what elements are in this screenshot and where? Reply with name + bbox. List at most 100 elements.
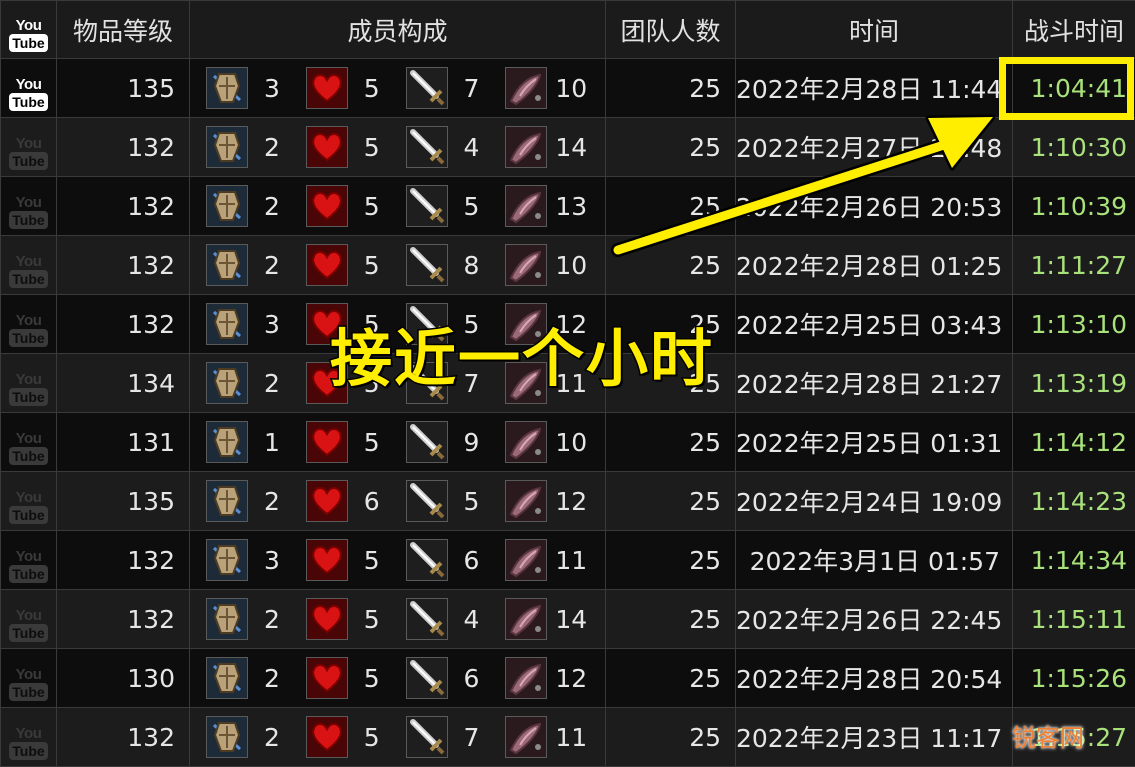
composition-cell: 25612 bbox=[190, 649, 606, 708]
fight-duration-cell[interactable]: 1:13:10 bbox=[1013, 295, 1135, 354]
youtube-icon[interactable]: YouTube bbox=[9, 136, 47, 170]
melee-sword-icon bbox=[406, 185, 448, 227]
tank-shield-icon bbox=[206, 67, 248, 109]
melee-sword-icon bbox=[406, 598, 448, 640]
date-time-header[interactable]: 时间 bbox=[736, 1, 1013, 59]
melee-sword-icon bbox=[406, 480, 448, 522]
table-row[interactable]: YouTube13225711252022年2月23日 11:171:15:27 bbox=[1, 708, 1135, 767]
composition-cell: 25414 bbox=[190, 118, 606, 177]
item-level-header[interactable]: 物品等级 bbox=[57, 1, 190, 59]
item-level-cell: 132 bbox=[57, 295, 190, 354]
table-row[interactable]: YouTube13225414252022年2月26日 22:451:15:11 bbox=[1, 590, 1135, 649]
healer-count: 5 bbox=[348, 723, 396, 752]
role-tank: 2 bbox=[206, 126, 306, 168]
fight-duration-cell[interactable]: 1:11:27 bbox=[1013, 236, 1135, 295]
role-tank: 2 bbox=[206, 657, 306, 699]
ranged-count: 10 bbox=[547, 74, 595, 103]
ranged-count: 14 bbox=[547, 605, 595, 634]
healer-count: 5 bbox=[348, 428, 396, 457]
fight-duration-cell[interactable]: 1:10:39 bbox=[1013, 177, 1135, 236]
composition-cell: 35710 bbox=[190, 59, 606, 118]
youtube-icon[interactable]: YouTube bbox=[9, 254, 47, 288]
raid-size-header[interactable]: 团队人数 bbox=[606, 1, 736, 59]
melee-sword-icon bbox=[406, 67, 448, 109]
role-tank: 2 bbox=[206, 185, 306, 227]
tank-count: 2 bbox=[248, 487, 296, 516]
tank-shield-icon bbox=[206, 421, 248, 463]
tank-shield-icon bbox=[206, 480, 248, 522]
role-melee: 5 bbox=[406, 185, 506, 227]
fight-duration-cell[interactable]: 1:10:30 bbox=[1013, 118, 1135, 177]
youtube-icon[interactable]: YouTube bbox=[9, 77, 47, 111]
tank-count: 3 bbox=[248, 546, 296, 575]
video-link-cell[interactable]: YouTube bbox=[1, 59, 57, 118]
video-link-cell[interactable]: YouTube bbox=[1, 118, 57, 177]
healer-heart-icon bbox=[306, 185, 348, 227]
video-link-cell[interactable]: YouTube bbox=[1, 177, 57, 236]
melee-sword-icon bbox=[406, 716, 448, 758]
youtube-logo-icon: You Tube bbox=[9, 18, 47, 52]
ranged-cannon-icon bbox=[505, 716, 547, 758]
fight-duration-cell[interactable]: 1:14:34 bbox=[1013, 531, 1135, 590]
fight-duration-header[interactable]: 战斗时间 bbox=[1013, 1, 1135, 59]
role-tank: 2 bbox=[206, 716, 306, 758]
youtube-column-header[interactable]: You Tube bbox=[1, 1, 57, 59]
melee-count: 6 bbox=[448, 546, 496, 575]
youtube-icon[interactable]: YouTube bbox=[9, 313, 47, 347]
role-tank: 3 bbox=[206, 539, 306, 581]
healer-count: 5 bbox=[348, 605, 396, 634]
fight-duration-cell[interactable]: 1:13:19 bbox=[1013, 354, 1135, 413]
video-link-cell[interactable]: YouTube bbox=[1, 354, 57, 413]
tank-shield-icon bbox=[206, 303, 248, 345]
date-time-cell: 2022年2月24日 19:09 bbox=[736, 472, 1013, 531]
role-melee: 5 bbox=[406, 480, 506, 522]
video-link-cell[interactable]: YouTube bbox=[1, 295, 57, 354]
melee-count: 4 bbox=[448, 133, 496, 162]
table-row[interactable]: YouTube13025612252022年2月28日 20:541:15:26 bbox=[1, 649, 1135, 708]
youtube-icon[interactable]: YouTube bbox=[9, 549, 47, 583]
role-melee: 6 bbox=[406, 539, 506, 581]
composition-cell: 25414 bbox=[190, 590, 606, 649]
fight-duration-cell[interactable]: 1:15:11 bbox=[1013, 590, 1135, 649]
healer-count: 5 bbox=[348, 192, 396, 221]
youtube-icon[interactable]: YouTube bbox=[9, 726, 47, 760]
video-link-cell[interactable]: YouTube bbox=[1, 236, 57, 295]
youtube-icon[interactable]: YouTube bbox=[9, 608, 47, 642]
youtube-icon[interactable]: YouTube bbox=[9, 667, 47, 701]
video-link-cell[interactable]: YouTube bbox=[1, 649, 57, 708]
composition-cell: 35611 bbox=[190, 531, 606, 590]
composition-header[interactable]: 成员构成 bbox=[190, 1, 606, 59]
melee-count: 8 bbox=[448, 251, 496, 280]
fight-duration-cell[interactable]: 1:14:23 bbox=[1013, 472, 1135, 531]
tank-shield-icon bbox=[206, 362, 248, 404]
fight-duration-cell[interactable]: 1:15:26 bbox=[1013, 649, 1135, 708]
healer-heart-icon bbox=[306, 126, 348, 168]
raid-size-cell: 25 bbox=[606, 118, 736, 177]
fight-duration-cell[interactable]: 1:14:12 bbox=[1013, 413, 1135, 472]
table-row[interactable]: YouTube13115910252022年2月25日 01:311:14:12 bbox=[1, 413, 1135, 472]
fight-duration-cell[interactable]: 1:04:41 bbox=[1013, 59, 1135, 118]
table-row[interactable]: YouTube13535710252022年2月28日 11:441:04:41 bbox=[1, 59, 1135, 118]
table-row[interactable]: YouTube13225810252022年2月28日 01:251:11:27 bbox=[1, 236, 1135, 295]
tank-count: 2 bbox=[248, 133, 296, 162]
date-time-cell: 2022年2月28日 01:25 bbox=[736, 236, 1013, 295]
item-level-cell: 132 bbox=[57, 708, 190, 767]
table-row[interactable]: YouTube13225513252022年2月26日 20:531:10:39 bbox=[1, 177, 1135, 236]
youtube-icon[interactable]: YouTube bbox=[9, 195, 47, 229]
healer-heart-icon bbox=[306, 598, 348, 640]
role-ranged: 12 bbox=[505, 480, 605, 522]
table-row[interactable]: YouTube13526512252022年2月24日 19:091:14:23 bbox=[1, 472, 1135, 531]
video-link-cell[interactable]: YouTube bbox=[1, 531, 57, 590]
video-link-cell[interactable]: YouTube bbox=[1, 708, 57, 767]
healer-heart-icon bbox=[306, 539, 348, 581]
table-row[interactable]: YouTube13235611252022年3月1日 01:571:14:34 bbox=[1, 531, 1135, 590]
video-link-cell[interactable]: YouTube bbox=[1, 590, 57, 649]
table-row[interactable]: YouTube13225414252022年2月27日 21:481:10:30 bbox=[1, 118, 1135, 177]
tank-shield-icon bbox=[206, 657, 248, 699]
video-link-cell[interactable]: YouTube bbox=[1, 413, 57, 472]
youtube-icon[interactable]: YouTube bbox=[9, 372, 47, 406]
role-ranged: 12 bbox=[505, 657, 605, 699]
youtube-icon[interactable]: YouTube bbox=[9, 431, 47, 465]
youtube-icon[interactable]: YouTube bbox=[9, 490, 47, 524]
video-link-cell[interactable]: YouTube bbox=[1, 472, 57, 531]
